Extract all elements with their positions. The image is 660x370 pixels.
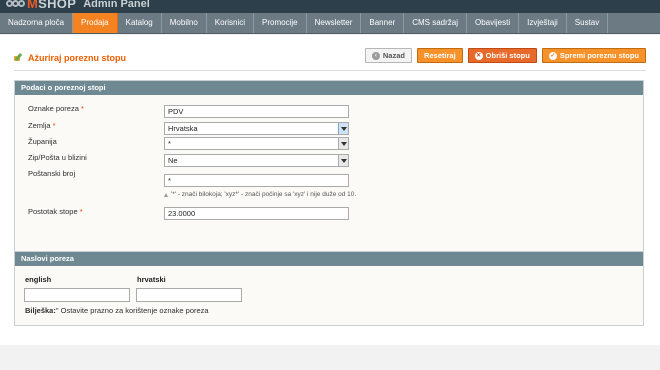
chevron-down-icon [338,138,348,149]
main-content: Ažuriraj poreznu stopu ‹ Nazad Resetiraj… [0,35,660,345]
postcode-hint: '*' - znači bilokoja; 'xyz*' - znači poč… [164,191,356,198]
delete-icon: ✕ [474,51,483,60]
title-input-hrvatski[interactable] [136,288,242,302]
zip-range-row: Zip/Pošta u blizini [28,153,168,162]
region-label: Županija [28,137,57,146]
logo-icon [6,0,25,7]
lang-label-english: english [25,275,52,284]
tax-titles-fieldset: Naslovi poreza english hrvatski Bilješka… [14,251,644,326]
note-text: Bilješka:" Ostavite prazno za korištenje… [25,306,209,315]
nav-item-notifications[interactable]: Obavijesti [467,13,520,33]
page-title-text: Ažuriraj poreznu stopu [28,53,127,63]
save-button[interactable]: ✓ Spremi poreznu stopu [541,48,646,63]
nav-item-sales[interactable]: Prodaja [73,13,118,33]
nav-item-dashboard[interactable]: Nadzorna ploča [0,13,74,33]
postcode-input[interactable]: * [164,174,349,187]
region-row: Županija [28,137,168,146]
rate-label: Postotak stope * [28,207,83,216]
nav-item-promotions[interactable]: Promocije [254,13,307,33]
nav-item-cms[interactable]: CMS sadržaj [404,13,467,33]
content-header: Ažuriraj poreznu stopu ‹ Nazad Resetiraj… [14,45,646,71]
lang-label-hrvatski: hrvatski [137,275,166,284]
chevron-down-icon [338,123,348,134]
country-label: Zemlja * [28,121,56,130]
logo[interactable]: MSHOP Admin Panel [6,0,150,11]
check-icon: ✓ [548,51,557,60]
back-arrow-icon: ‹ [371,51,380,60]
postcode-row: Poštanski broj [28,169,168,178]
nav-item-catalog[interactable]: Katalog [118,13,162,33]
header-bar: MSHOP Admin Panel [0,0,660,13]
nav-item-newsletter[interactable]: Newsletter [307,13,362,33]
fieldset-legend: Podaci o poreznoj stopi [15,81,643,95]
page-title: Ažuriraj poreznu stopu [14,53,126,63]
logo-subtitle: Admin Panel [83,0,150,10]
edit-icon [14,53,24,63]
footer [0,345,660,370]
country-select[interactable]: Hrvatska [164,122,349,135]
fieldset-legend: Naslovi poreza [15,252,643,266]
postcode-label: Poštanski broj [28,169,76,178]
nav-item-banner[interactable]: Banner [361,13,405,33]
rate-input[interactable]: 23.0000 [164,207,349,220]
zip-range-label: Zip/Pošta u blizini [28,153,87,162]
action-buttons: ‹ Nazad Resetiraj ✕ Obriši stopu ✓ Sprem… [364,48,646,63]
nav-item-customers[interactable]: Korisnici [207,13,255,33]
hint-icon [164,192,168,197]
zip-range-select[interactable]: Ne [164,154,349,167]
country-row: Zemlja * [28,121,168,130]
nav-item-reports[interactable]: Izvještaji [519,13,567,33]
logo-text: MSHOP [27,0,77,11]
region-select[interactable]: * [164,137,349,150]
title-input-english[interactable] [24,288,130,302]
tax-rate-fieldset: Podaci o poreznoj stopi Oznake poreza * … [14,80,644,276]
rate-row: Postotak stope * [28,207,168,216]
nav-item-mobile[interactable]: Mobilno [162,13,207,33]
tax-id-label: Oznake poreza * [28,104,84,113]
chevron-down-icon [338,155,348,166]
reset-button[interactable]: Resetiraj [416,48,463,63]
back-button[interactable]: ‹ Nazad [364,48,412,63]
tax-id-row: Oznake poreza * [28,104,168,113]
main-nav: Nadzorna ploča Prodaja Katalog Mobilno K… [0,13,660,34]
delete-button[interactable]: ✕ Obriši stopu [467,48,537,63]
tax-id-input[interactable]: PDV [164,105,349,118]
nav-item-system[interactable]: Sustav [567,13,609,33]
